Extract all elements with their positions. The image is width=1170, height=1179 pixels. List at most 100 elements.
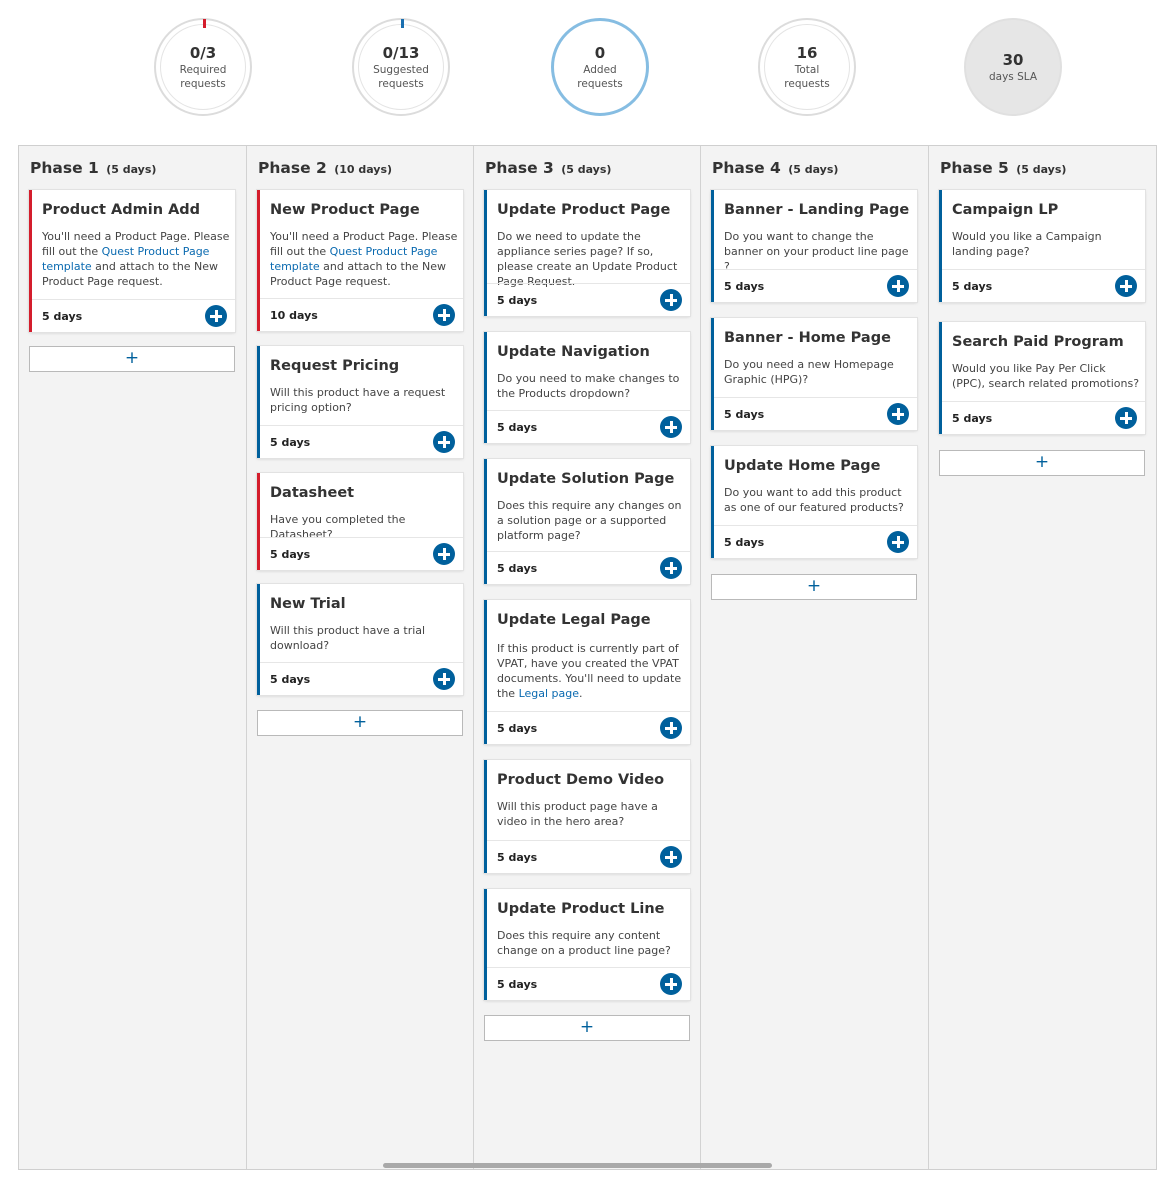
card-footer: 5 days [487,711,690,744]
request-card[interactable]: New Trial Will this product have a trial… [257,584,463,695]
card-footer: 5 days [714,397,917,430]
stat-label: Required requests [179,63,227,90]
request-card[interactable]: Product Admin Add You'll need a Product … [29,190,235,332]
card-days: 5 days [497,851,538,864]
add-card-button[interactable]: + [939,450,1145,476]
card-footer: 5 days [487,967,690,1000]
card-footer: 5 days [32,299,235,332]
card-description: You'll need a Product Page. Please fill … [42,230,230,288]
request-card[interactable]: New Product Page You'll need a Product P… [257,190,463,331]
card-description: Will this product have a request pricing… [270,386,446,414]
request-card[interactable]: Request Pricing Will this product have a… [257,346,463,458]
card-footer: 10 days [260,298,463,331]
add-card-button[interactable]: + [711,574,917,600]
request-card[interactable]: Datasheet Have you completed the Datashe… [257,473,463,570]
add-request-icon[interactable] [660,289,682,311]
card-days: 5 days [497,978,538,991]
stat-value: 0/3 [189,43,217,62]
phase-title: Phase 4 (5 days) [712,159,839,177]
card-title: Search Paid Program [952,334,1124,350]
card-days: 5 days [724,280,765,293]
card-title: Banner - Home Page [724,330,891,346]
card-footer: 5 days [942,401,1145,434]
add-request-icon[interactable] [433,543,455,565]
sla-days-stat: 30 days SLA [964,18,1062,116]
request-card[interactable]: Banner - Landing Page Do you want to cha… [711,190,917,302]
add-request-icon[interactable] [205,305,227,327]
card-title: Update Legal Page [497,612,651,628]
phase-title: Phase 1 (5 days) [30,159,157,177]
phase-5-column: Phase 5 (5 days) Campaign LP Would you l… [929,146,1158,1169]
card-days: 5 days [497,722,538,735]
card-days: 5 days [270,436,311,449]
card-description: Do you need to make changes to the Produ… [497,372,680,400]
add-request-icon[interactable] [660,416,682,438]
phase-1-column: Phase 1 (5 days) Product Admin Add You'l… [19,146,247,1169]
add-request-icon[interactable] [887,275,909,297]
card-description: Do you need a new Homepage Graphic (HPG)… [724,358,894,386]
phase-4-column: Phase 4 (5 days) Banner - Landing Page D… [701,146,929,1169]
card-days: 5 days [952,412,993,425]
legal-page-link[interactable]: Legal page [519,687,579,700]
phase-3-column: Phase 3 (5 days) Update Product Page Do … [474,146,701,1169]
card-footer: 5 days [942,269,1145,302]
card-footer: 5 days [260,537,463,570]
card-description: Would you like Pay Per Click (PPC), sear… [952,362,1140,390]
card-description: Will this product have a trial download? [270,624,426,652]
progress-tick [401,19,404,28]
add-request-icon[interactable] [660,717,682,739]
card-days: 5 days [270,548,311,561]
card-description: Do we need to update the appliance serie… [497,230,678,288]
card-footer: 5 days [260,662,463,695]
add-request-icon[interactable] [887,531,909,553]
card-description: You'll need a Product Page. Please fill … [270,230,458,288]
add-request-icon[interactable] [1115,407,1137,429]
card-days: 5 days [497,294,538,307]
total-requests-stat: 16 Total requests [758,18,856,116]
add-request-icon[interactable] [433,304,455,326]
request-card[interactable]: Update Navigation Do you need to make ch… [484,332,690,443]
phase-board: Phase 1 (5 days) Product Admin Add You'l… [18,145,1157,1170]
added-requests-stat: 0 Added requests [551,18,649,116]
stat-value: 30 [1002,50,1024,69]
add-request-icon[interactable] [660,973,682,995]
request-card[interactable]: Update Product Page Do we need to update… [484,190,690,316]
card-title: Product Demo Video [497,772,665,788]
add-request-icon[interactable] [887,403,909,425]
request-card[interactable]: Update Product Line Does this require an… [484,889,690,1000]
add-card-button[interactable]: + [29,346,235,372]
card-days: 5 days [270,673,311,686]
card-title: Product Admin Add [42,202,201,218]
card-footer: 5 days [260,425,463,458]
add-request-icon[interactable] [433,431,455,453]
add-request-icon[interactable] [660,557,682,579]
stat-value: 0/13 [382,43,420,62]
add-card-button[interactable]: + [484,1015,690,1041]
add-request-icon[interactable] [660,846,682,868]
request-card[interactable]: Campaign LP Would you like a Campaign la… [939,190,1145,302]
stat-label: Suggested requests [373,63,429,90]
card-title: Update Solution Page [497,471,675,487]
add-request-icon[interactable] [433,668,455,690]
request-card[interactable]: Update Solution Page Does this require a… [484,459,690,584]
request-card[interactable]: Update Legal Page If this product is cur… [484,600,690,744]
add-request-icon[interactable] [1115,275,1137,297]
card-title: Update Home Page [724,458,881,474]
horizontal-scrollbar[interactable] [383,1163,772,1168]
add-card-button[interactable]: + [257,710,463,736]
card-title: Campaign LP [952,202,1059,218]
stat-label: Added requests [577,63,623,90]
request-card[interactable]: Update Home Page Do you want to add this… [711,446,917,558]
card-title: Request Pricing [270,358,400,374]
stat-label: days SLA [988,70,1038,83]
card-description: Do you want to change the banner on your… [724,230,909,273]
request-card[interactable]: Product Demo Video Will this product pag… [484,760,690,873]
stat-value: 16 [796,43,818,62]
request-card[interactable]: Banner - Home Page Do you need a new Hom… [711,318,917,430]
stat-value: 0 [594,43,606,62]
card-description: Does this require any changes on a solut… [497,499,682,542]
card-description: Does this require any content change on … [497,929,671,957]
card-days: 5 days [724,536,765,549]
request-card[interactable]: Search Paid Program Would you like Pay P… [939,322,1145,434]
card-days: 5 days [724,408,765,421]
